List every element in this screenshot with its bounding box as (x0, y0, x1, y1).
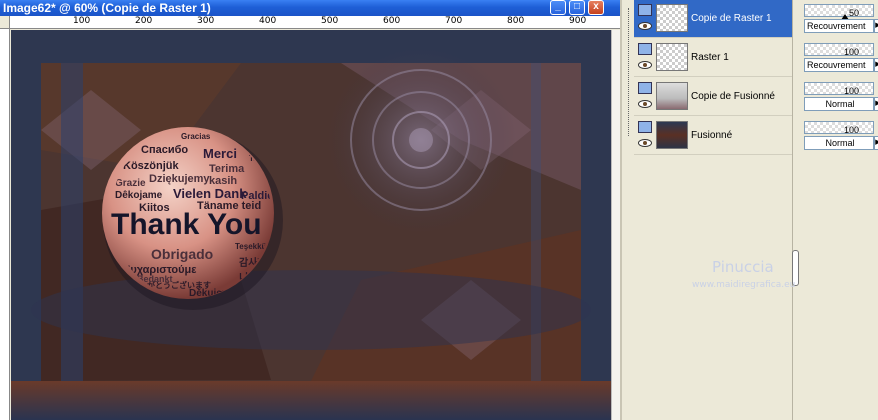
layer-thumbnail (656, 121, 688, 149)
canvas-artwork (11, 30, 611, 420)
minimize-button[interactable]: _ (550, 0, 566, 15)
layer-name: Copie de Fusionné (691, 91, 775, 102)
blend-mode-select[interactable]: Normal (804, 97, 874, 111)
dropdown-arrow-icon[interactable]: ▶ (874, 19, 878, 33)
opacity-slider[interactable]: 100 (804, 82, 874, 96)
sphere-word: Bedankt (137, 274, 173, 284)
maximize-button[interactable]: □ (569, 0, 585, 15)
dropdown-arrow-icon[interactable]: ▶ (874, 136, 878, 150)
sphere-word: Terima kasih (209, 163, 245, 187)
layer-name: Raster 1 (691, 52, 729, 63)
blend-mode-select[interactable]: Recouvrement (804, 58, 874, 72)
dropdown-arrow-icon[interactable]: ▶ (874, 97, 878, 111)
sphere-word: 감사합니다 (239, 258, 267, 284)
opacity-slider[interactable]: 50 (804, 4, 874, 20)
sphere-word: Vielen Dank (173, 186, 247, 201)
layer-thumbnail (656, 82, 688, 110)
sphere-word: Спасибо (141, 144, 189, 156)
raster-layer-icon (638, 121, 652, 133)
opacity-slider[interactable]: 100 (804, 121, 874, 135)
ruler-label: 600 (383, 16, 401, 26)
sphere-word: Dêkojame (115, 190, 163, 201)
vertical-ruler (0, 29, 10, 420)
layer-row-copie-de-raster-1[interactable]: Copie de Raster 1 (634, 0, 792, 38)
image-canvas[interactable]: Gracias Спасибо Merci Takk Köszönjük Ter… (11, 30, 611, 420)
opacity-value: 100 (843, 125, 859, 135)
watermark-url: www.maidiregrafica.eu (692, 280, 796, 290)
image-titlebar[interactable]: Image62* @ 60% (Copie de Raster 1) _ □ x (0, 0, 620, 16)
blend-mode-select[interactable]: Recouvrement (804, 19, 874, 33)
sphere-word: Grazie (115, 178, 146, 189)
watermark-name: Pinuccia (712, 258, 774, 276)
layer-name: Fusionné (691, 130, 733, 141)
visibility-eye-icon[interactable] (638, 100, 652, 108)
sphere-word: Gracias (181, 132, 211, 141)
psp-workspace: Image62* @ 60% (Copie de Raster 1) _ □ x… (0, 0, 878, 420)
blend-row: 100 Normal ▶ (802, 119, 878, 155)
ruler-corner (0, 16, 10, 29)
ruler-label: 100 (73, 16, 91, 26)
opacity-value: 100 (843, 86, 859, 96)
image-window: Image62* @ 60% (Copie de Raster 1) _ □ x… (0, 0, 620, 420)
close-button[interactable]: x (588, 0, 604, 15)
thank-you-headline: Thank You (111, 208, 262, 241)
ruler-label: 800 (507, 16, 525, 26)
vertical-scrollbar[interactable] (611, 30, 620, 420)
blend-row: 100 Normal ▶ (802, 80, 878, 116)
horizontal-ruler: 100 200 300 400 500 600 700 800 900 (10, 16, 620, 29)
ruler-label: 500 (321, 16, 339, 26)
layers-palette: Copie de Raster 1 Raster 1 Copie de Fusi… (620, 0, 800, 420)
ruler-label: 400 (259, 16, 277, 26)
sphere-word: Teşekkür Ederiz (235, 242, 271, 251)
image-title: Image62* @ 60% (Copie de Raster 1) (3, 1, 211, 15)
palette-splitter[interactable] (792, 0, 800, 420)
layer-thumbnail (656, 43, 688, 71)
blend-row: 50 Recouvrement ▶ (802, 2, 878, 38)
layer-thumbnail (656, 4, 688, 32)
raster-layer-icon (638, 43, 652, 55)
opacity-slider[interactable]: 100 (804, 43, 874, 57)
visibility-eye-icon[interactable] (638, 139, 652, 147)
ruler-label: 300 (197, 16, 215, 26)
dropdown-arrow-icon[interactable]: ▶ (874, 58, 878, 72)
blend-row: 100 Recouvrement ▶ (802, 41, 878, 77)
thank-you-sphere: Gracias Спасибо Merci Takk Köszönjük Ter… (111, 128, 271, 298)
layer-row-raster-1[interactable]: Raster 1 (634, 39, 792, 77)
layer-name: Copie de Raster 1 (691, 13, 772, 24)
opacity-value: 100 (843, 47, 859, 57)
layer-row-copie-de-fusionne[interactable]: Copie de Fusionné (634, 78, 792, 116)
layer-row-fusionne[interactable]: Fusionné (634, 117, 792, 155)
ruler-label: 200 (135, 16, 153, 26)
blend-mode-select[interactable]: Normal (804, 136, 874, 150)
raster-layer-icon (638, 82, 652, 94)
raster-layer-icon (638, 4, 652, 16)
sphere-word: Takk (249, 154, 267, 163)
visibility-eye-icon[interactable] (638, 61, 652, 69)
blend-panel: 50 Recouvrement ▶ 100 Recouvrement ▶ 100… (800, 0, 878, 420)
sphere-word: Obrigado (151, 246, 214, 262)
ruler-label: 700 (445, 16, 463, 26)
opacity-value: 50 (848, 8, 859, 18)
ruler-label: 900 (569, 16, 587, 26)
sphere-word: Dziękujemy (149, 173, 210, 185)
sphere-word: Merci (203, 146, 237, 161)
sphere-word: Köszönjük (123, 160, 179, 172)
visibility-eye-icon[interactable] (638, 22, 652, 30)
sphere-word: Tack (219, 290, 237, 298)
